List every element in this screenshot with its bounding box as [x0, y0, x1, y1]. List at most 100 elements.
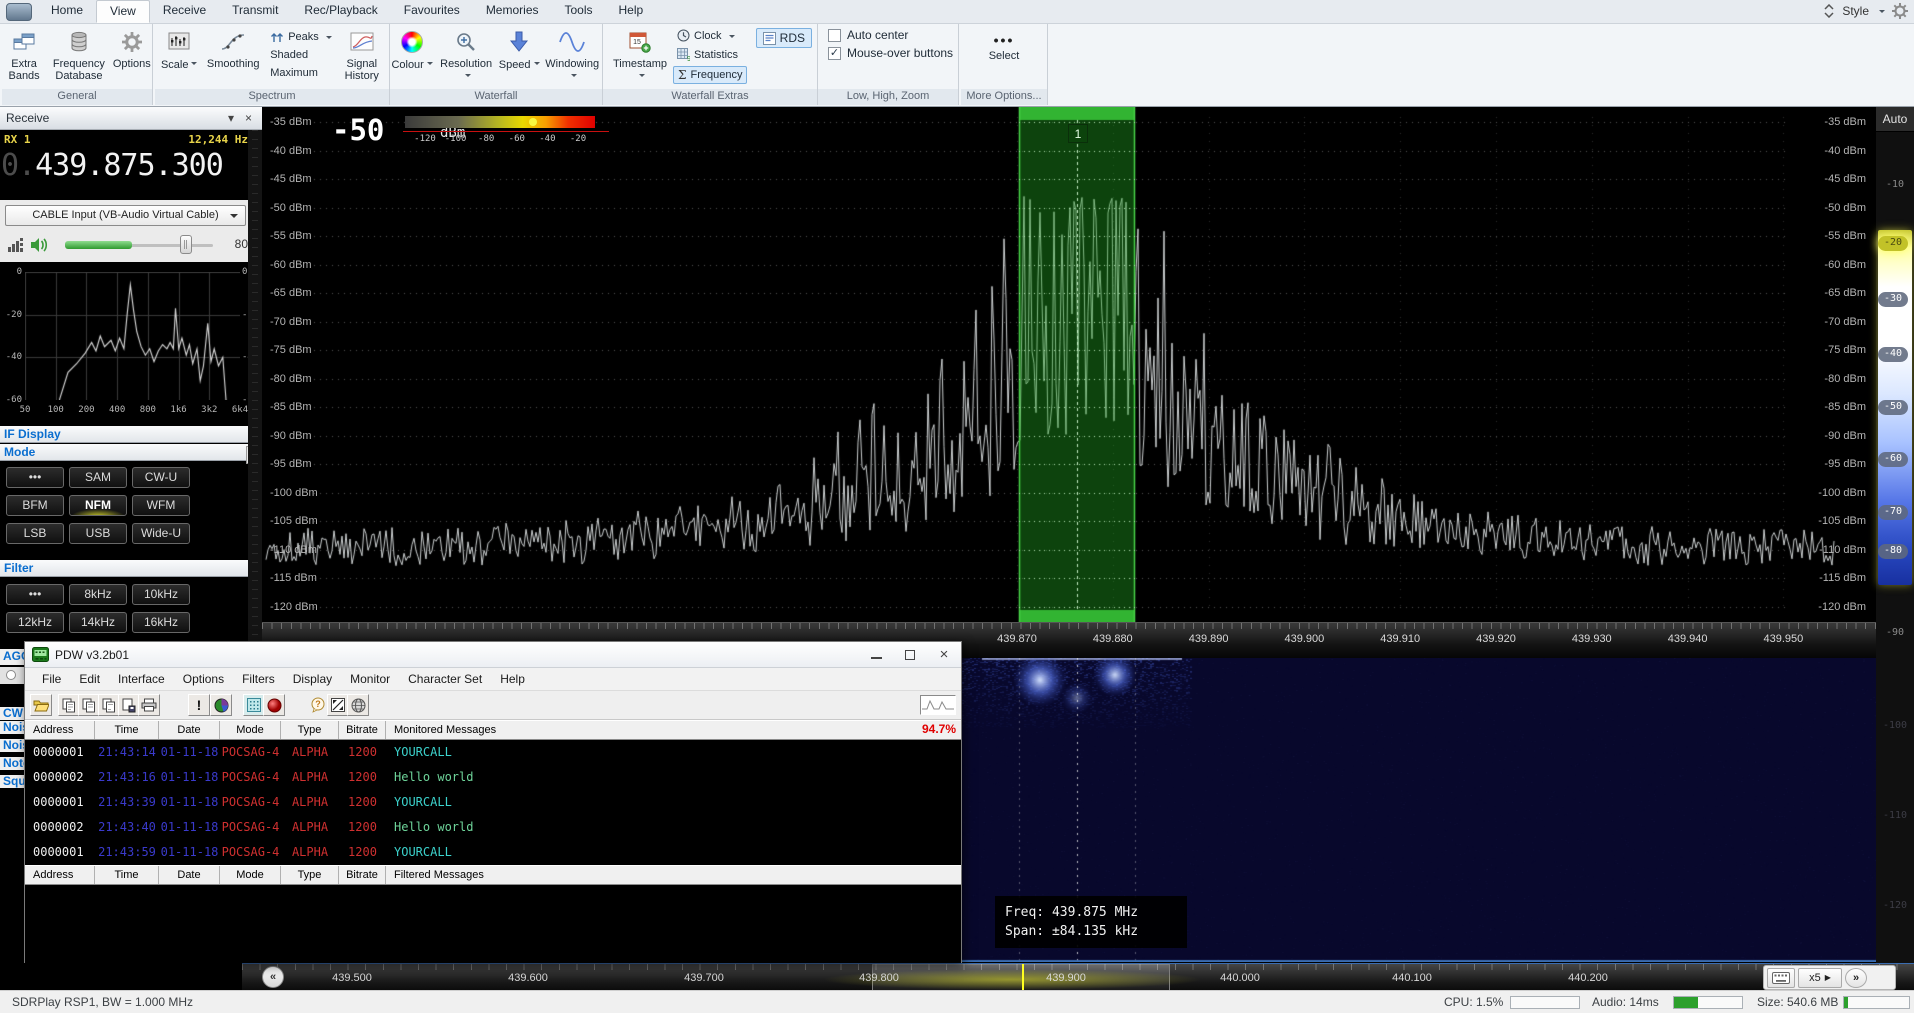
agc-radio-button[interactable] — [6, 670, 16, 680]
pdw-column-date[interactable]: Date — [159, 866, 220, 884]
auto-range-button[interactable]: Auto — [1876, 107, 1914, 132]
range-pill-neg30[interactable]: -30 — [1878, 292, 1908, 307]
tab-transmit[interactable]: Transmit — [219, 0, 291, 23]
tab-tools[interactable]: Tools — [552, 0, 606, 23]
collapse-ribbon-icon[interactable] — [1823, 4, 1835, 18]
pdw-message-list[interactable]: 000000121:43:1401-11-18POCSAG-4ALPHA1200… — [25, 740, 961, 865]
pdw-column-filtered-messages[interactable]: Filtered Messages — [386, 866, 961, 884]
section-header-mode[interactable]: Mode ▴ — [0, 444, 262, 461]
pdw-menu-edit[interactable]: Edit — [70, 670, 109, 688]
tab-home[interactable]: Home — [38, 0, 96, 23]
filter-button-14khz[interactable]: 14kHz — [69, 612, 127, 633]
copy-button-3[interactable] — [98, 694, 120, 716]
audio-device-dropdown[interactable]: CABLE Input (VB-Audio Virtual Cable) — [5, 205, 246, 226]
frequency-database-button[interactable]: Frequency Database — [48, 26, 109, 82]
app-menu-icon[interactable] — [6, 3, 32, 21]
filter-button-8khz[interactable]: 8kHz — [69, 584, 127, 605]
tab-receive[interactable]: Receive — [150, 0, 219, 23]
alert-button[interactable]: ! — [188, 694, 210, 716]
timestamp-button[interactable]: 15 Timestamp — [609, 26, 671, 83]
tab-rec-playback[interactable]: Rec/Playback — [291, 0, 390, 23]
pdw-column-monitored-messages[interactable]: Monitored Messages — [386, 721, 961, 739]
pdw-column-time[interactable]: Time — [95, 866, 159, 884]
signal-history-button[interactable]: Signal History — [338, 26, 386, 82]
mode-button-nfm[interactable]: NFM — [69, 495, 127, 516]
pdw-titlebar[interactable]: PDW v3.2b01 × — [25, 642, 961, 668]
pdw-menu-filters[interactable]: Filters — [233, 670, 284, 688]
mode-button-sam[interactable]: SAM — [69, 467, 127, 488]
auto-center-checkbox[interactable] — [828, 29, 841, 42]
options-button[interactable]: Options — [112, 26, 152, 70]
invert-signal-button[interactable] — [327, 694, 349, 716]
tab-memories[interactable]: Memories — [473, 0, 552, 23]
range-pill-neg80[interactable]: -80 — [1878, 544, 1908, 559]
colorbar-gradient[interactable] — [405, 116, 595, 128]
keyboard-entry-button[interactable] — [1767, 968, 1795, 988]
scale-forward-button[interactable]: » — [1845, 968, 1867, 988]
pdw-column-time[interactable]: Time — [95, 721, 159, 739]
pdw-column-date[interactable]: Date — [159, 721, 220, 739]
range-pill-neg20[interactable]: -20 — [1878, 236, 1908, 251]
spectrum-canvas[interactable] — [262, 107, 1876, 622]
pdw-menu-help[interactable]: Help — [491, 670, 534, 688]
pdw-column-bitrate[interactable]: Bitrate — [339, 721, 386, 739]
resolution-button[interactable]: Resolution — [436, 26, 496, 83]
print-button[interactable] — [138, 694, 160, 716]
tuned-frequency[interactable]: 0.439.875.300 — [1, 148, 223, 183]
pdw-menu-interface[interactable]: Interface — [109, 670, 174, 688]
pdw-message-row[interactable]: 000000121:43:5901-11-18POCSAG-4ALPHA1200… — [25, 840, 961, 865]
record-button[interactable] — [263, 694, 285, 716]
range-pill-neg40[interactable]: -40 — [1878, 347, 1908, 362]
pdw-column-mode[interactable]: Mode — [220, 721, 281, 739]
mode-button-usb[interactable]: USB — [69, 523, 127, 544]
pdw-column-address[interactable]: Address — [25, 866, 95, 884]
smoothing-button[interactable]: Smoothing — [202, 26, 264, 70]
scale-back-button[interactable]: « — [262, 966, 284, 988]
mode-button-[interactable]: ••• — [6, 467, 64, 488]
colour-button[interactable]: Colour — [390, 26, 434, 71]
filter-button-12khz[interactable]: 12kHz — [6, 612, 64, 633]
mode-button-wide-u[interactable]: Wide-U — [132, 523, 190, 544]
filter-button-16khz[interactable]: 16kHz — [132, 612, 190, 633]
pdw-column-mode[interactable]: Mode — [220, 866, 281, 884]
mouse-over-checkbox[interactable]: ✓ — [828, 47, 841, 60]
pdw-menu-file[interactable]: File — [33, 670, 70, 688]
scale-button[interactable]: Scale — [158, 26, 200, 71]
globe-button[interactable] — [347, 694, 369, 716]
rx-band-marker[interactable]: 1 — [1068, 124, 1088, 143]
full-band-scale[interactable]: 439.500439.600439.700439.800439.900440.0… — [242, 963, 1914, 990]
pdw-menu-display[interactable]: Display — [284, 670, 341, 688]
panel-collapse-icon[interactable]: ▾ — [228, 112, 234, 124]
pdw-column-type[interactable]: Type — [281, 721, 339, 739]
monitor-grid-button[interactable] — [243, 694, 265, 716]
help-button[interactable]: ? — [307, 694, 329, 716]
frequency-button[interactable]: Σ Frequency — [673, 66, 747, 84]
statistics-button[interactable]: 9 Statistics — [673, 47, 747, 62]
pdw-menu-options[interactable]: Options — [174, 670, 233, 688]
pdw-column-bitrate[interactable]: Bitrate — [339, 866, 386, 884]
pdw-menu-character-set[interactable]: Character Set — [399, 670, 491, 688]
pdw-column-address[interactable]: Address — [25, 721, 95, 739]
speed-button[interactable]: Speed — [498, 26, 540, 71]
zoom-level-button[interactable]: x5 ▶ — [1798, 968, 1842, 988]
clock-button[interactable]: Clock — [673, 28, 747, 43]
tab-help[interactable]: Help — [606, 0, 657, 23]
range-pill-neg70[interactable]: -70 — [1878, 505, 1908, 520]
pdw-monitored-header[interactable]: AddressTimeDateModeTypeBitrateMonitored … — [25, 720, 961, 740]
maximum-button[interactable]: Maximum — [266, 66, 336, 80]
mode-button-bfm[interactable]: BFM — [6, 495, 64, 516]
filter-button-10khz[interactable]: 10kHz — [132, 584, 190, 605]
level-meter-icon[interactable] — [7, 237, 23, 253]
shaded-button[interactable]: Shaded — [266, 48, 336, 62]
mode-button-cw-u[interactable]: CW-U — [132, 467, 190, 488]
rds-button[interactable]: RDS — [756, 28, 812, 48]
speaker-icon[interactable] — [30, 236, 50, 254]
select-button[interactable]: ••• Select — [969, 26, 1039, 62]
pdw-minimize-button[interactable] — [859, 642, 893, 667]
pdw-filtered-list[interactable] — [25, 886, 961, 963]
copy-button-1[interactable] — [58, 694, 80, 716]
mouse-over-checkbox-row[interactable]: ✓ Mouse-over buttons — [828, 46, 958, 60]
windowing-button[interactable]: Windowing — [542, 26, 602, 83]
gear-icon[interactable] — [1892, 3, 1908, 19]
pdw-maximize-button[interactable] — [893, 642, 927, 667]
